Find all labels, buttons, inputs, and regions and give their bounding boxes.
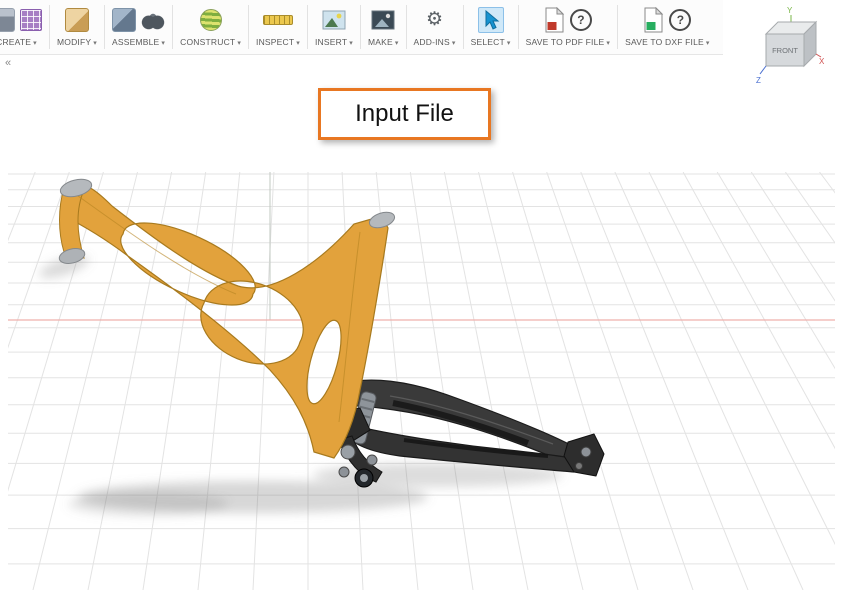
input-file-label: Input File: [355, 100, 454, 128]
construct-menu[interactable]: CONSTRUCT▾: [180, 37, 241, 47]
assemble-menu[interactable]: ASSEMBLE▾: [112, 37, 165, 47]
save-dxf-menu[interactable]: SAVE TO DXF FILE▾: [625, 37, 710, 47]
front-frame[interactable]: [58, 176, 397, 458]
help-icon[interactable]: ?: [669, 9, 691, 31]
chevron-down-icon: ▾: [33, 40, 37, 47]
make-menu-label: MAKE: [368, 37, 393, 47]
rear-swingarm[interactable]: [342, 380, 604, 476]
inspect-menu-label: INSPECT: [256, 37, 294, 47]
make-menu[interactable]: MAKE▾: [368, 37, 399, 47]
toolbar-group-create[interactable]: CREATE▾: [0, 0, 49, 54]
toolbar-group-add-ins[interactable]: ADD-INS▾: [407, 0, 463, 54]
chevron-down-icon: ▾: [452, 40, 456, 47]
chevron-down-icon: ▾: [706, 40, 710, 47]
add-ins-menu[interactable]: ADD-INS▾: [414, 37, 456, 47]
save-pdf-menu-label: SAVE TO PDF FILE: [526, 37, 605, 47]
save-pdf-menu[interactable]: SAVE TO PDF FILE▾: [526, 37, 611, 47]
assemble-joint-icon[interactable]: [112, 8, 136, 32]
create-pattern-icon[interactable]: [20, 9, 42, 31]
chevron-down-icon: ▾: [237, 40, 241, 47]
chevron-down-icon: ▾: [296, 40, 300, 47]
toolbar-group-select[interactable]: SELECT▾: [464, 0, 518, 54]
assemble-menu-label: ASSEMBLE: [112, 37, 159, 47]
modify-press-pull-icon[interactable]: [65, 8, 89, 32]
chevron-down-icon: ▾: [161, 40, 165, 47]
help-icon[interactable]: ?: [570, 9, 592, 31]
collapse-toolbar-button[interactable]: «: [5, 57, 11, 69]
chevron-down-icon: ▾: [507, 40, 511, 47]
select-menu[interactable]: SELECT▾: [471, 37, 511, 47]
dxf-document-icon[interactable]: [643, 7, 664, 33]
viewcube-front-label: FRONT: [772, 46, 798, 55]
select-cursor-icon[interactable]: [482, 10, 500, 30]
add-ins-gear-icon[interactable]: [423, 8, 447, 32]
dropout-bolt: [576, 463, 583, 470]
view-cube[interactable]: Y FRONT X Z: [756, 4, 828, 86]
toolbar-group-construct[interactable]: CONSTRUCT▾: [173, 0, 248, 54]
toolbar-group-inspect[interactable]: INSPECT▾: [249, 0, 307, 54]
toolbar-group-save-dxf[interactable]: ? SAVE TO DXF FILE▾: [618, 0, 717, 54]
y-axis-label: Y: [787, 6, 793, 15]
x-axis-label: X: [819, 57, 825, 66]
interference-check-icon[interactable]: [141, 8, 165, 32]
z-axis-line: [760, 66, 766, 74]
chevron-down-icon: ▾: [349, 40, 353, 47]
chevron-down-icon: ▾: [606, 40, 610, 47]
construct-plane-icon[interactable]: [200, 9, 222, 31]
toolbar-group-modify[interactable]: MODIFY▾: [50, 0, 104, 54]
toolbar-group-insert[interactable]: INSERT▾: [308, 0, 360, 54]
dropout-bolt: [581, 447, 591, 457]
ribbon-toolbar: CREATE▾ MODIFY▾ ASSEMBLE▾ CONSTRUCT▾ INS…: [0, 0, 723, 55]
chevron-down-icon: ▾: [93, 40, 97, 47]
chevron-down-icon: ▾: [395, 40, 399, 47]
inspect-menu[interactable]: INSPECT▾: [256, 37, 300, 47]
pivot-bolt: [341, 445, 355, 459]
create-menu[interactable]: CREATE▾: [0, 37, 37, 47]
modify-menu-label: MODIFY: [57, 37, 91, 47]
toolbar-group-assemble[interactable]: ASSEMBLE▾: [105, 0, 172, 54]
viewport-canvas[interactable]: [8, 172, 835, 590]
toolbar-group-save-pdf[interactable]: ? SAVE TO PDF FILE▾: [519, 0, 618, 54]
save-dxf-menu-label: SAVE TO DXF FILE: [625, 37, 704, 47]
select-menu-label: SELECT: [471, 37, 505, 47]
modify-menu[interactable]: MODIFY▾: [57, 37, 97, 47]
create-solid-icon[interactable]: [0, 8, 15, 32]
make-image-icon[interactable]: [371, 10, 395, 30]
z-axis-label: Z: [756, 76, 761, 85]
insert-menu-label: INSERT: [315, 37, 347, 47]
pivot-bolt: [367, 455, 377, 465]
pdf-document-icon[interactable]: [544, 7, 565, 33]
toolbar-group-make[interactable]: MAKE▾: [361, 0, 406, 54]
construct-menu-label: CONSTRUCT: [180, 37, 235, 47]
select-highlight: [478, 7, 504, 33]
add-ins-menu-label: ADD-INS: [414, 37, 450, 47]
insert-menu[interactable]: INSERT▾: [315, 37, 353, 47]
insert-image-icon[interactable]: [322, 10, 346, 30]
pivot-bolt: [339, 467, 349, 477]
input-file-callout: Input File: [318, 88, 491, 140]
inspect-measure-icon[interactable]: [263, 15, 293, 25]
bottom-bracket-axle: [360, 474, 368, 482]
create-menu-label: CREATE: [0, 37, 31, 47]
